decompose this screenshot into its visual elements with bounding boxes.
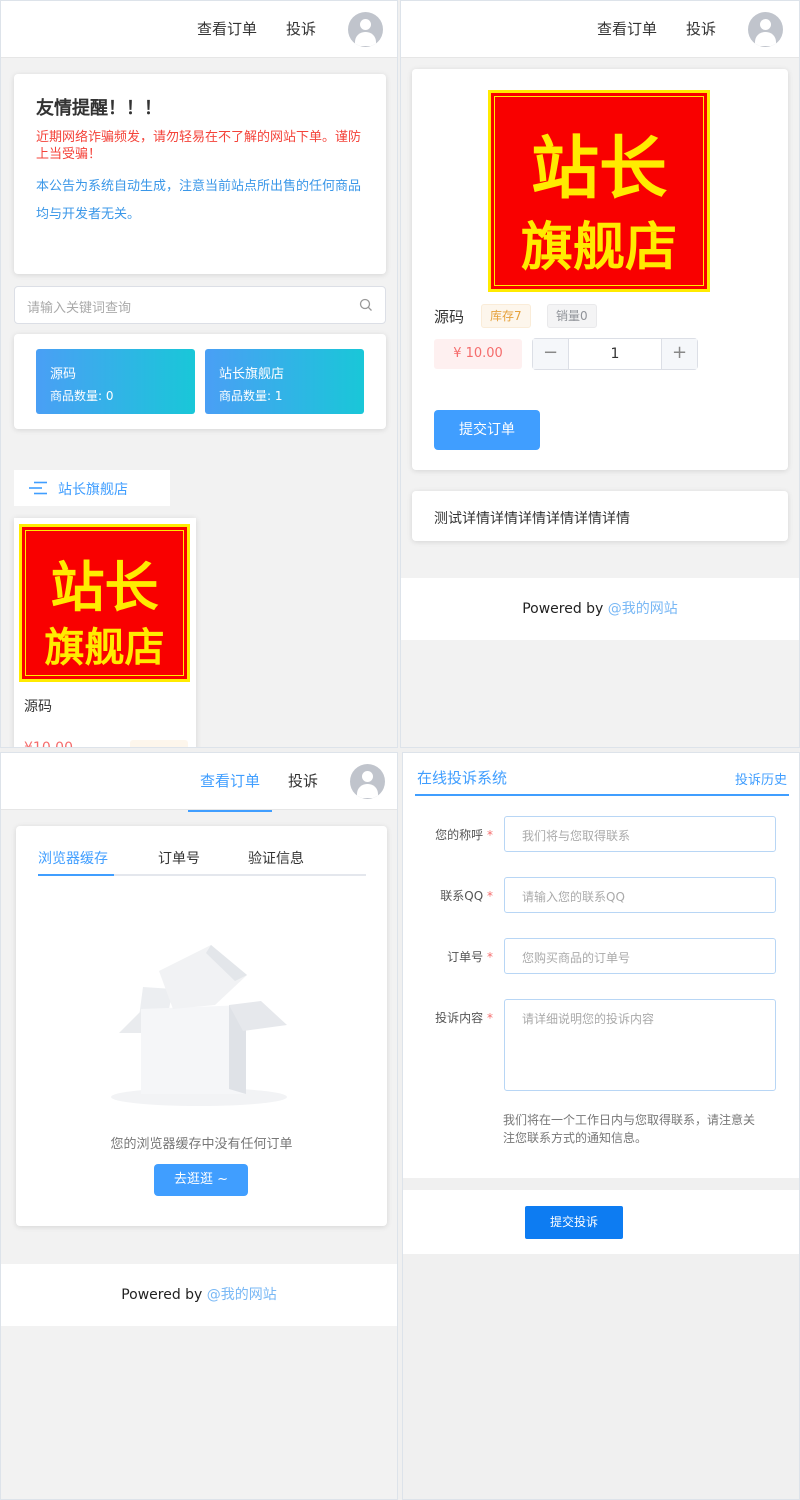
field-label-name: 您的称呼 *: [435, 828, 493, 842]
menu-lines-icon: [29, 481, 47, 495]
qq-placeholder: 请输入您的联系QQ: [522, 890, 625, 904]
top-nav: 查看订单 投诉: [401, 1, 799, 58]
tab-browser-cache[interactable]: 浏览器缓存: [38, 848, 108, 868]
logo-line1: 站长: [530, 129, 667, 209]
category-count: 商品数量: 1: [219, 389, 283, 403]
notice-info: 本公告为系统自动生成，注意当前站点所出售的任何商品均与开发者无关。: [36, 179, 362, 222]
contact-note: 我们将在一个工作日内与您取得联系，请注意关注您联系方式的通知信息。: [503, 1113, 756, 1145]
orders-screen: 查看订单 投诉 浏览器缓存 订单号 验证信息 您的浏览器缓存中没有任何订单 去逛…: [0, 752, 398, 1500]
product-name: 源码: [434, 308, 465, 326]
submit-complaint-button[interactable]: 提交投诉: [525, 1206, 623, 1239]
submit-area: 提交投诉: [403, 1190, 799, 1254]
top-nav: 查看订单 投诉: [1, 753, 397, 812]
nav-complaint[interactable]: 投诉: [288, 770, 318, 791]
product-name: 源码: [24, 699, 52, 715]
nav-complaint[interactable]: 投诉: [286, 18, 316, 39]
nav-view-orders[interactable]: 查看订单: [200, 770, 260, 791]
complaint-form: 在线投诉系统 投诉历史 您的称呼 * 我们将与您取得联系 联系QQ * 请输入您…: [403, 753, 799, 1178]
category-tile-source[interactable]: 源码 商品数量: 0: [36, 349, 195, 414]
sales-badge: 销量0: [547, 304, 597, 328]
field-label-qq: 联系QQ *: [440, 889, 493, 903]
field-label-order: 订单号 *: [447, 950, 493, 964]
product-image: 站长 旗舰店: [19, 524, 190, 682]
orders-tabs: 浏览器缓存 订单号 验证信息: [38, 846, 366, 876]
minus-button[interactable]: −: [533, 339, 569, 369]
logo-line2: 旗舰店: [520, 217, 677, 278]
logo-line2: 旗舰店: [44, 624, 165, 671]
category-card: 源码 商品数量: 0 站长旗舰店 商品数量: 1: [14, 334, 386, 429]
search-icon[interactable]: [359, 298, 373, 312]
top-nav: 查看订单 投诉: [1, 1, 397, 58]
product-detail-screen: 查看订单 投诉 站长 旗舰店 源码 库存7 销量0 ¥ 10.00 − 1 + …: [400, 0, 800, 748]
search-input[interactable]: 请输入关键词查询: [14, 286, 386, 324]
complaint-title: 在线投诉系统: [417, 769, 508, 787]
notice-card: 友情提醒！！！ 近期网络诈骗频发，请勿轻易在不了解的网站下单。谨防上当受骗！ 本…: [14, 74, 386, 274]
quantity-stepper: − 1 +: [532, 338, 698, 370]
empty-box-icon: [111, 945, 287, 1106]
nav-complaint[interactable]: 投诉: [686, 18, 716, 39]
category-count: 商品数量: 0: [50, 389, 114, 403]
home-screen: 查看订单 投诉 友情提醒！！！ 近期网络诈骗频发，请勿轻易在不了解的网站下单。谨…: [0, 0, 398, 748]
title-divider: [415, 794, 789, 796]
complaint-screen: 在线投诉系统 投诉历史 您的称呼 * 我们将与您取得联系 联系QQ * 请输入您…: [402, 752, 800, 1500]
price-tag: ¥ 10.00: [434, 339, 522, 369]
site-link[interactable]: @我的网站: [608, 601, 678, 617]
category-name: 站长旗舰店: [219, 367, 285, 382]
content-placeholder: 请详细说明您的投诉内容: [522, 1012, 655, 1026]
powered-by-text: Powered by: [121, 1287, 207, 1303]
site-link[interactable]: @我的网站: [207, 1287, 277, 1303]
search-placeholder: 请输入关键词查询: [27, 301, 132, 316]
field-label-content: 投诉内容 *: [435, 1011, 493, 1025]
stock-badge: 库存7: [481, 304, 531, 328]
powered-by-text: Powered by: [522, 601, 608, 617]
notice-warning: 近期网络诈骗频发，请勿轻易在不了解的网站下单。谨防上当受骗！: [36, 130, 362, 162]
category-tile-flagship[interactable]: 站长旗舰店 商品数量: 1: [205, 349, 364, 414]
orders-card: 浏览器缓存 订单号 验证信息 您的浏览器缓存中没有任何订单 去逛逛 ~: [16, 826, 387, 1226]
tab-order-number[interactable]: 订单号: [158, 848, 200, 868]
complaint-history-link[interactable]: 投诉历史: [735, 769, 787, 788]
section-tab-flagship[interactable]: 站长旗舰店: [14, 470, 170, 506]
submit-order-button[interactable]: 提交订单: [434, 410, 540, 450]
empty-message: 您的浏览器缓存中没有任何订单: [110, 1137, 293, 1152]
product-price: ¥10.00: [24, 740, 73, 748]
product-description: 测试详情详情详情详情详情详情: [434, 511, 630, 527]
qq-field[interactable]: 请输入您的联系QQ: [504, 877, 776, 913]
name-placeholder: 我们将与您取得联系: [522, 829, 631, 843]
tab-active-indicator: [38, 874, 114, 876]
user-avatar-icon[interactable]: [748, 12, 783, 47]
logo-line1: 站长: [50, 555, 159, 619]
stock-badge: [130, 740, 188, 747]
order-number-field[interactable]: 您购买商品的订单号: [504, 938, 776, 974]
user-avatar-icon[interactable]: [348, 12, 383, 47]
quantity-input[interactable]: 1: [569, 339, 661, 369]
name-field[interactable]: 我们将与您取得联系: [504, 816, 776, 852]
go-shopping-button[interactable]: 去逛逛 ~: [154, 1164, 248, 1196]
complaint-content-textarea[interactable]: 请详细说明您的投诉内容: [504, 999, 776, 1091]
plus-button[interactable]: +: [661, 339, 697, 369]
section-label: 站长旗舰店: [58, 482, 128, 498]
footer: Powered by @我的网站: [401, 578, 799, 640]
nav-active-indicator: [188, 810, 272, 812]
order-placeholder: 您购买商品的订单号: [522, 951, 631, 965]
tab-verification[interactable]: 验证信息: [248, 848, 304, 868]
user-avatar-icon[interactable]: [350, 764, 385, 799]
product-card[interactable]: 站长 旗舰店 源码 ¥10.00: [14, 518, 196, 748]
product-image: 站长 旗舰店: [488, 90, 710, 292]
description-card: 测试详情详情详情详情详情详情: [412, 491, 788, 541]
category-name: 源码: [50, 367, 77, 382]
nav-view-orders[interactable]: 查看订单: [597, 18, 657, 39]
notice-title: 友情提醒！！！: [36, 98, 162, 119]
nav-view-orders[interactable]: 查看订单: [197, 18, 257, 39]
footer: Powered by @我的网站: [1, 1264, 397, 1326]
